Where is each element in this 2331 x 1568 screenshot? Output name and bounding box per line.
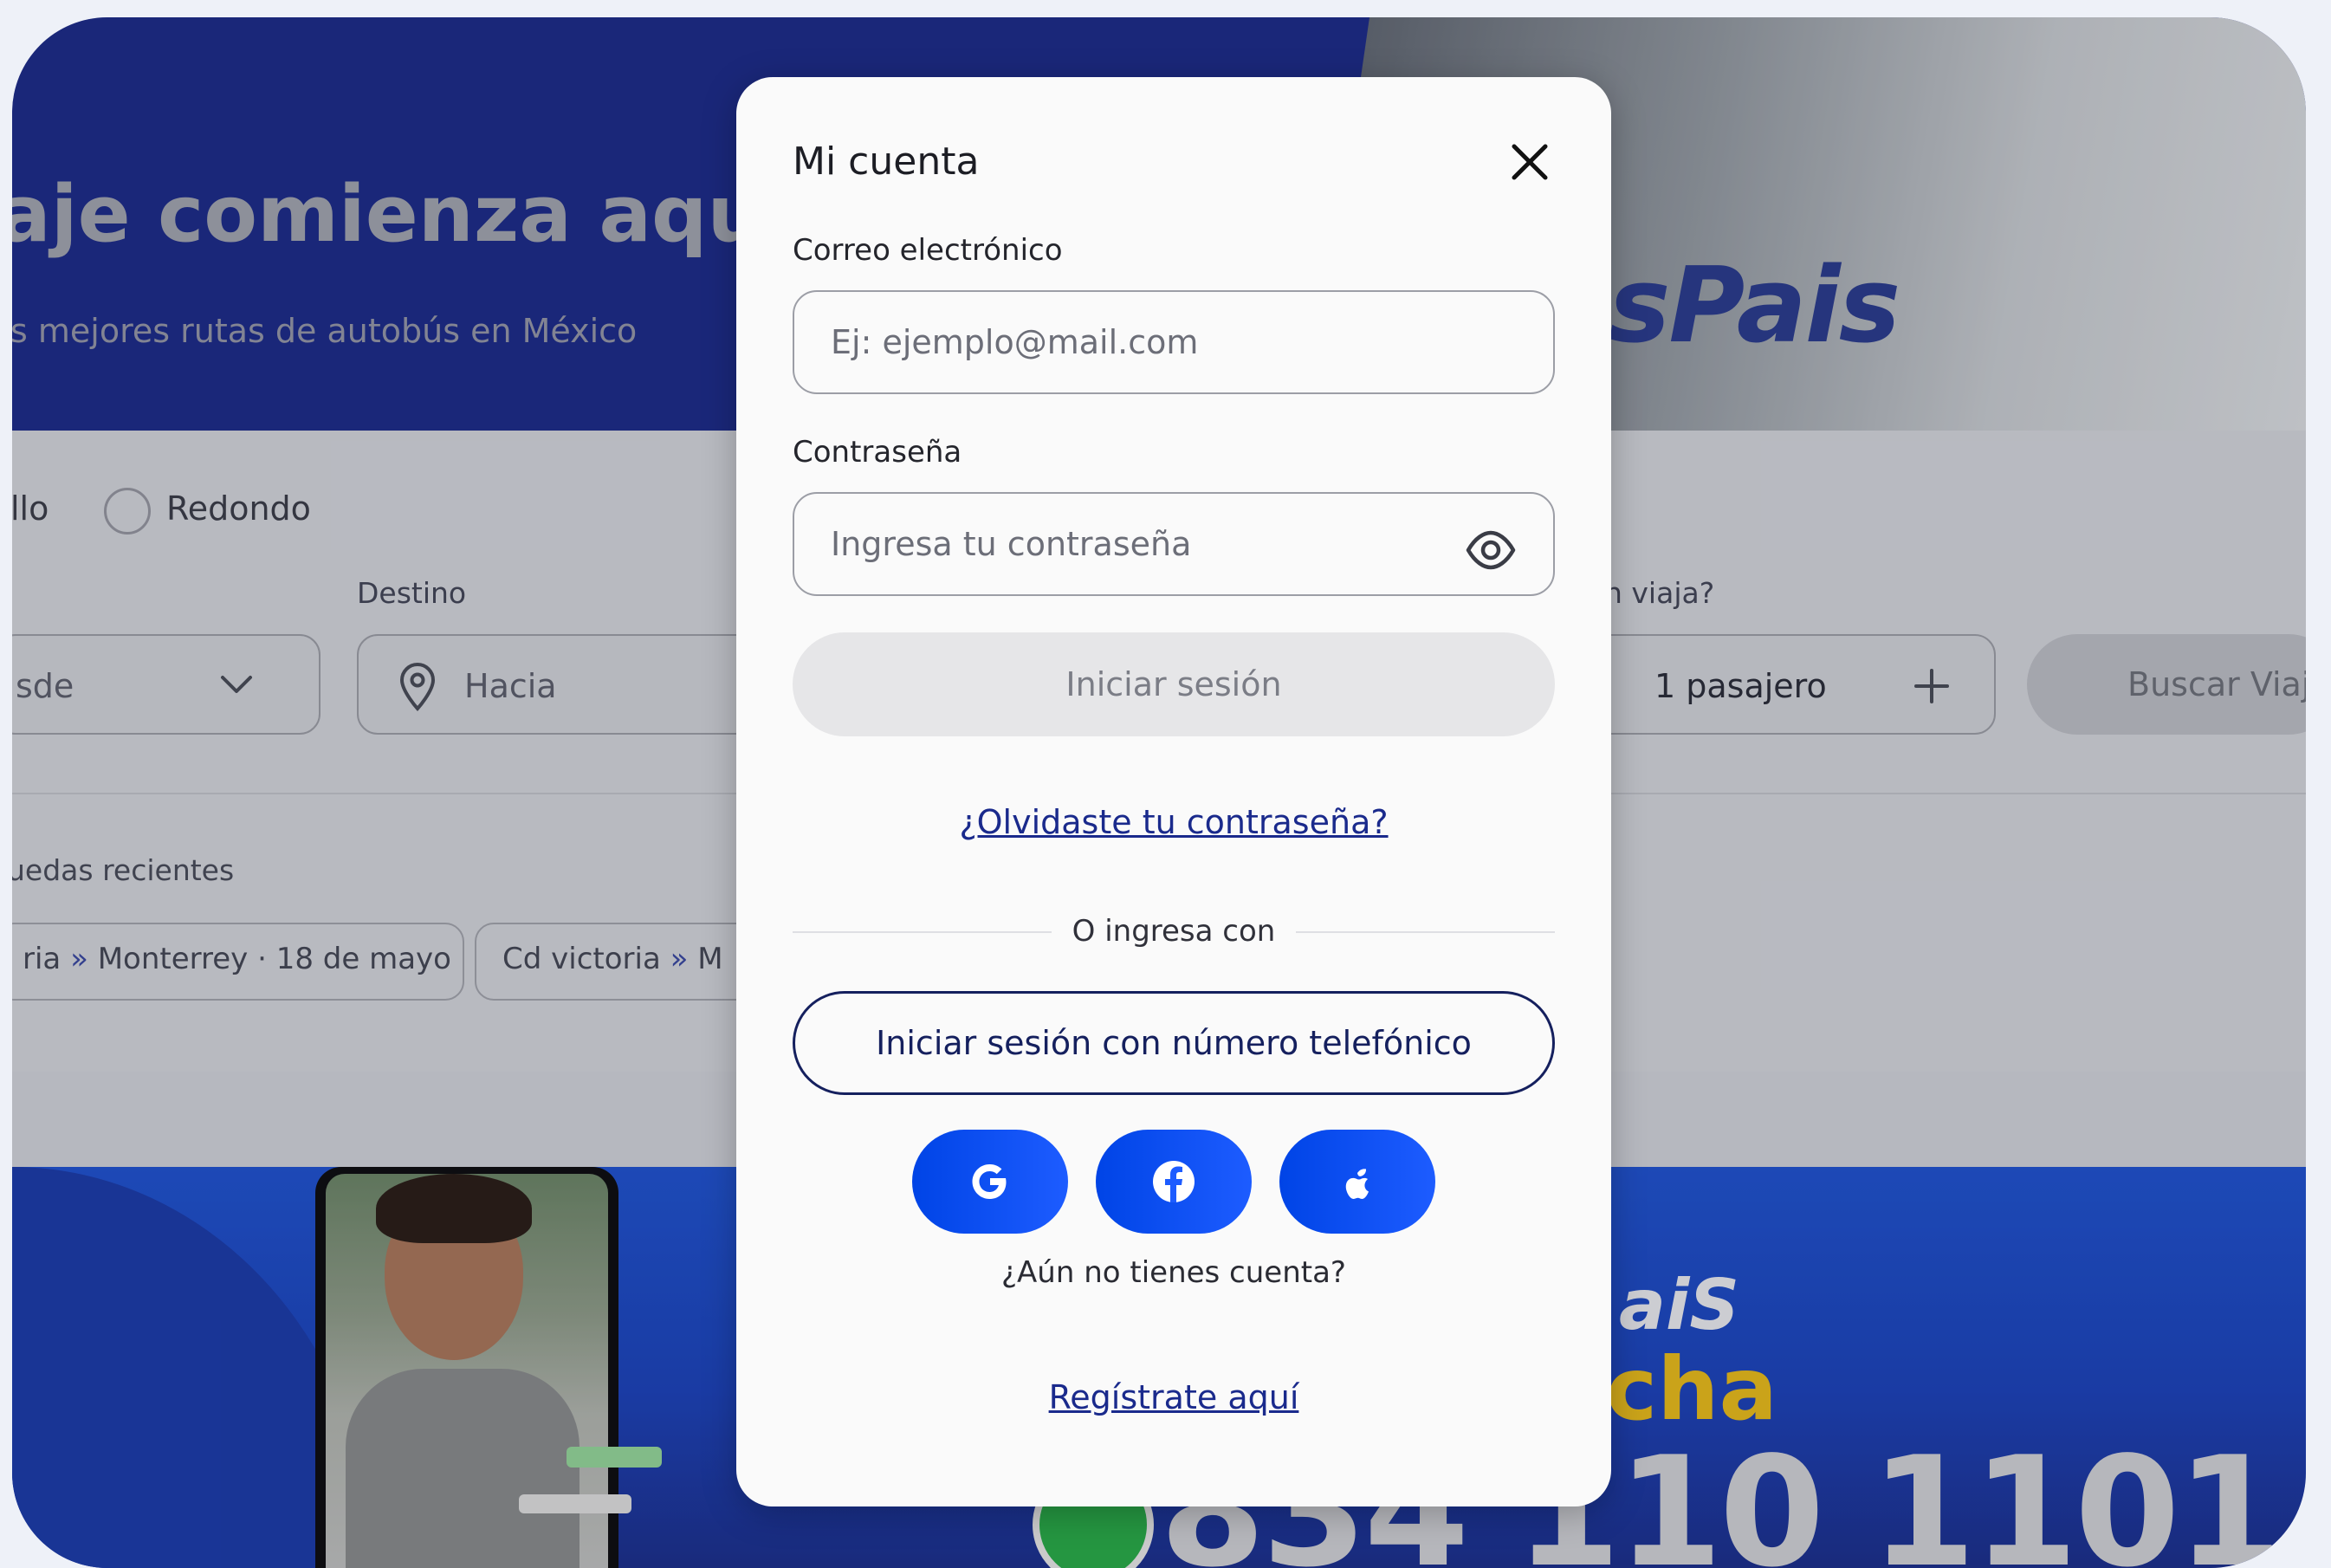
forgot-password-link[interactable]: ¿Olvidaste tu contraseña?: [736, 803, 1611, 841]
register-link[interactable]: Regístrate aquí: [736, 1378, 1611, 1416]
modal-title: Mi cuenta: [793, 139, 980, 184]
facebook-icon: [1153, 1161, 1195, 1202]
google-icon: [972, 1164, 1007, 1199]
separator-label: O ingresa con: [1051, 914, 1297, 949]
phone-login-button[interactable]: Iniciar sesión con número telefónico: [793, 991, 1555, 1095]
eye-icon[interactable]: [1463, 522, 1518, 578]
login-modal: Mi cuenta Correo electrónico Contraseña …: [736, 77, 1611, 1506]
email-label: Correo electrónico: [793, 233, 1063, 268]
close-icon: [1512, 144, 1548, 180]
email-field[interactable]: [793, 290, 1555, 394]
login-button[interactable]: Iniciar sesión: [793, 632, 1555, 736]
no-account-text: ¿Aún no tienes cuenta?: [1001, 1255, 1346, 1290]
facebook-login-button[interactable]: [1096, 1130, 1252, 1234]
password-label: Contraseña: [793, 435, 962, 470]
apple-login-button[interactable]: [1279, 1130, 1435, 1234]
separator-text: O ingresa con: [736, 914, 1611, 949]
apple-icon: [1345, 1169, 1369, 1199]
google-login-button[interactable]: [912, 1130, 1068, 1234]
close-button[interactable]: [1500, 133, 1559, 191]
password-field[interactable]: [793, 492, 1555, 596]
